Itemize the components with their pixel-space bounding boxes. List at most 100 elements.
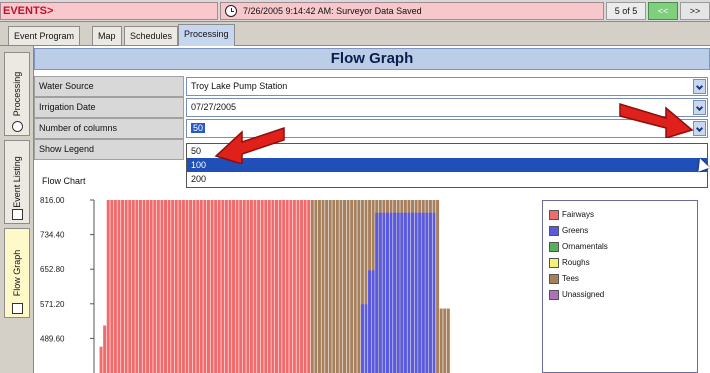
bar-fairways xyxy=(267,200,271,373)
clock-icon xyxy=(225,5,237,17)
bar-tees xyxy=(446,308,450,373)
bar-greens xyxy=(360,304,364,373)
bar-fairways xyxy=(289,200,293,373)
tab-event-program[interactable]: Event Program xyxy=(8,26,81,45)
bar-fairways xyxy=(228,200,232,373)
show-legend-label: Show Legend xyxy=(34,139,184,160)
side-tab-event-listing[interactable]: Event Listing xyxy=(4,140,30,224)
bar-fairways xyxy=(106,200,110,373)
bar-tees xyxy=(346,200,350,373)
bar-fairways xyxy=(257,200,261,373)
bar-tees xyxy=(357,200,361,373)
bar-fairways xyxy=(278,200,282,373)
y-tick-label: 816.00 xyxy=(40,196,65,205)
tab-strip: Event Program Map Schedules Processing xyxy=(0,22,710,46)
bar-fairways xyxy=(185,200,189,373)
bar-fairways xyxy=(113,200,117,373)
previous-button[interactable]: << xyxy=(648,2,678,20)
bar-fairways xyxy=(181,200,185,373)
bar-greens xyxy=(425,212,429,373)
record-pager: 5 of 5 xyxy=(606,2,646,20)
bar-tees xyxy=(310,200,314,373)
side-tab-flow-graph[interactable]: Flow Graph xyxy=(4,228,30,318)
y-tick-label: 571.20 xyxy=(40,300,65,309)
bar-tees xyxy=(317,200,321,373)
bar-tees xyxy=(314,200,318,373)
list-icon xyxy=(12,209,23,220)
dropdown-option[interactable]: 200 xyxy=(187,172,707,186)
bar-fairways xyxy=(156,200,160,373)
bar-fairways xyxy=(103,325,107,373)
page-title: Flow Graph xyxy=(34,48,710,70)
side-tab-label: Flow Graph xyxy=(12,249,22,297)
chevron-down-icon xyxy=(695,124,704,133)
y-tick-label: 734.40 xyxy=(40,231,65,240)
bar-tees xyxy=(328,200,332,373)
bar-greens xyxy=(378,212,382,373)
gear-icon xyxy=(12,121,23,132)
bar-fairways xyxy=(221,200,225,373)
legend-item-greens: Greens xyxy=(549,225,588,237)
chevron-down-icon xyxy=(695,103,704,112)
bar-greens xyxy=(407,212,411,373)
irrigation-date-label: Irrigation Date xyxy=(34,97,184,118)
num-columns-label: Number of columns xyxy=(34,118,184,139)
side-tab-processing[interactable]: Processing xyxy=(4,52,30,136)
bar-fairways xyxy=(275,200,278,373)
bar-fairways xyxy=(300,200,304,373)
bar-fairways xyxy=(203,200,207,373)
bar-fairways xyxy=(217,200,221,373)
tab-map[interactable]: Map xyxy=(92,26,122,45)
next-button[interactable]: >> xyxy=(680,2,710,20)
bar-fairways xyxy=(224,200,228,373)
bar-fairways xyxy=(196,200,200,373)
bar-fairways xyxy=(164,200,167,373)
bar-fairways xyxy=(189,200,193,373)
side-tab-label: Processing xyxy=(12,71,22,117)
irrigation-date-value: 07/27/2005 xyxy=(191,102,237,112)
num-columns-value: 50 xyxy=(191,123,206,133)
bar-fairways xyxy=(174,200,178,373)
irrigation-date-row: Irrigation Date 07/27/2005 xyxy=(34,97,710,118)
events-breadcrumb[interactable]: EVENTS> xyxy=(0,2,218,20)
chevron-down-icon xyxy=(695,82,704,91)
red-arrow-icon xyxy=(214,126,285,164)
bar-fairways xyxy=(142,200,146,373)
y-axis: 816.00 734.40 652.80 571.20 489.60 xyxy=(40,196,95,373)
bar-greens xyxy=(375,212,379,373)
bar-greens xyxy=(393,212,397,373)
tab-schedules[interactable]: Schedules xyxy=(124,26,179,45)
legend-item-fairways: Fairways xyxy=(549,209,594,221)
bar-fairways xyxy=(307,200,311,373)
bar-greens xyxy=(385,212,389,373)
bar-fairways xyxy=(178,200,182,373)
y-tick-label: 489.60 xyxy=(40,334,65,343)
status-message: 7/26/2005 9:14:42 AM: Surveyor Data Save… xyxy=(243,6,422,16)
bar-greens xyxy=(428,212,432,373)
status-bar: 7/26/2005 9:14:42 AM: Surveyor Data Save… xyxy=(220,2,604,20)
water-source-value: Troy Lake Pump Station xyxy=(191,81,288,91)
bar-fairways xyxy=(235,200,239,373)
bar-fairways xyxy=(146,200,150,373)
bar-fairways xyxy=(124,200,128,373)
water-source-dropdown-button[interactable] xyxy=(693,79,706,94)
bar-fairways xyxy=(135,200,139,373)
bar-fairways xyxy=(131,200,135,373)
bar-greens xyxy=(432,212,436,373)
water-source-label: Water Source xyxy=(34,76,184,97)
bar-fairways xyxy=(206,200,210,373)
bar-fairways xyxy=(192,200,196,373)
bar-greens xyxy=(389,212,393,373)
tab-processing[interactable]: Processing xyxy=(178,24,235,46)
bar-fairways xyxy=(253,200,257,373)
bar-greens xyxy=(403,212,407,373)
bar-fairways xyxy=(171,200,175,373)
bar-tees xyxy=(325,200,329,373)
side-tabs: Processing Event Listing Flow Graph xyxy=(0,46,34,373)
bar-greens xyxy=(382,212,386,373)
bar-tees xyxy=(332,200,336,373)
bar-fairways xyxy=(242,200,246,373)
bar-fairways xyxy=(110,200,114,373)
content-panel: Flow Graph Water Source Troy Lake Pump S… xyxy=(34,46,710,373)
bar-fairways xyxy=(153,200,157,373)
